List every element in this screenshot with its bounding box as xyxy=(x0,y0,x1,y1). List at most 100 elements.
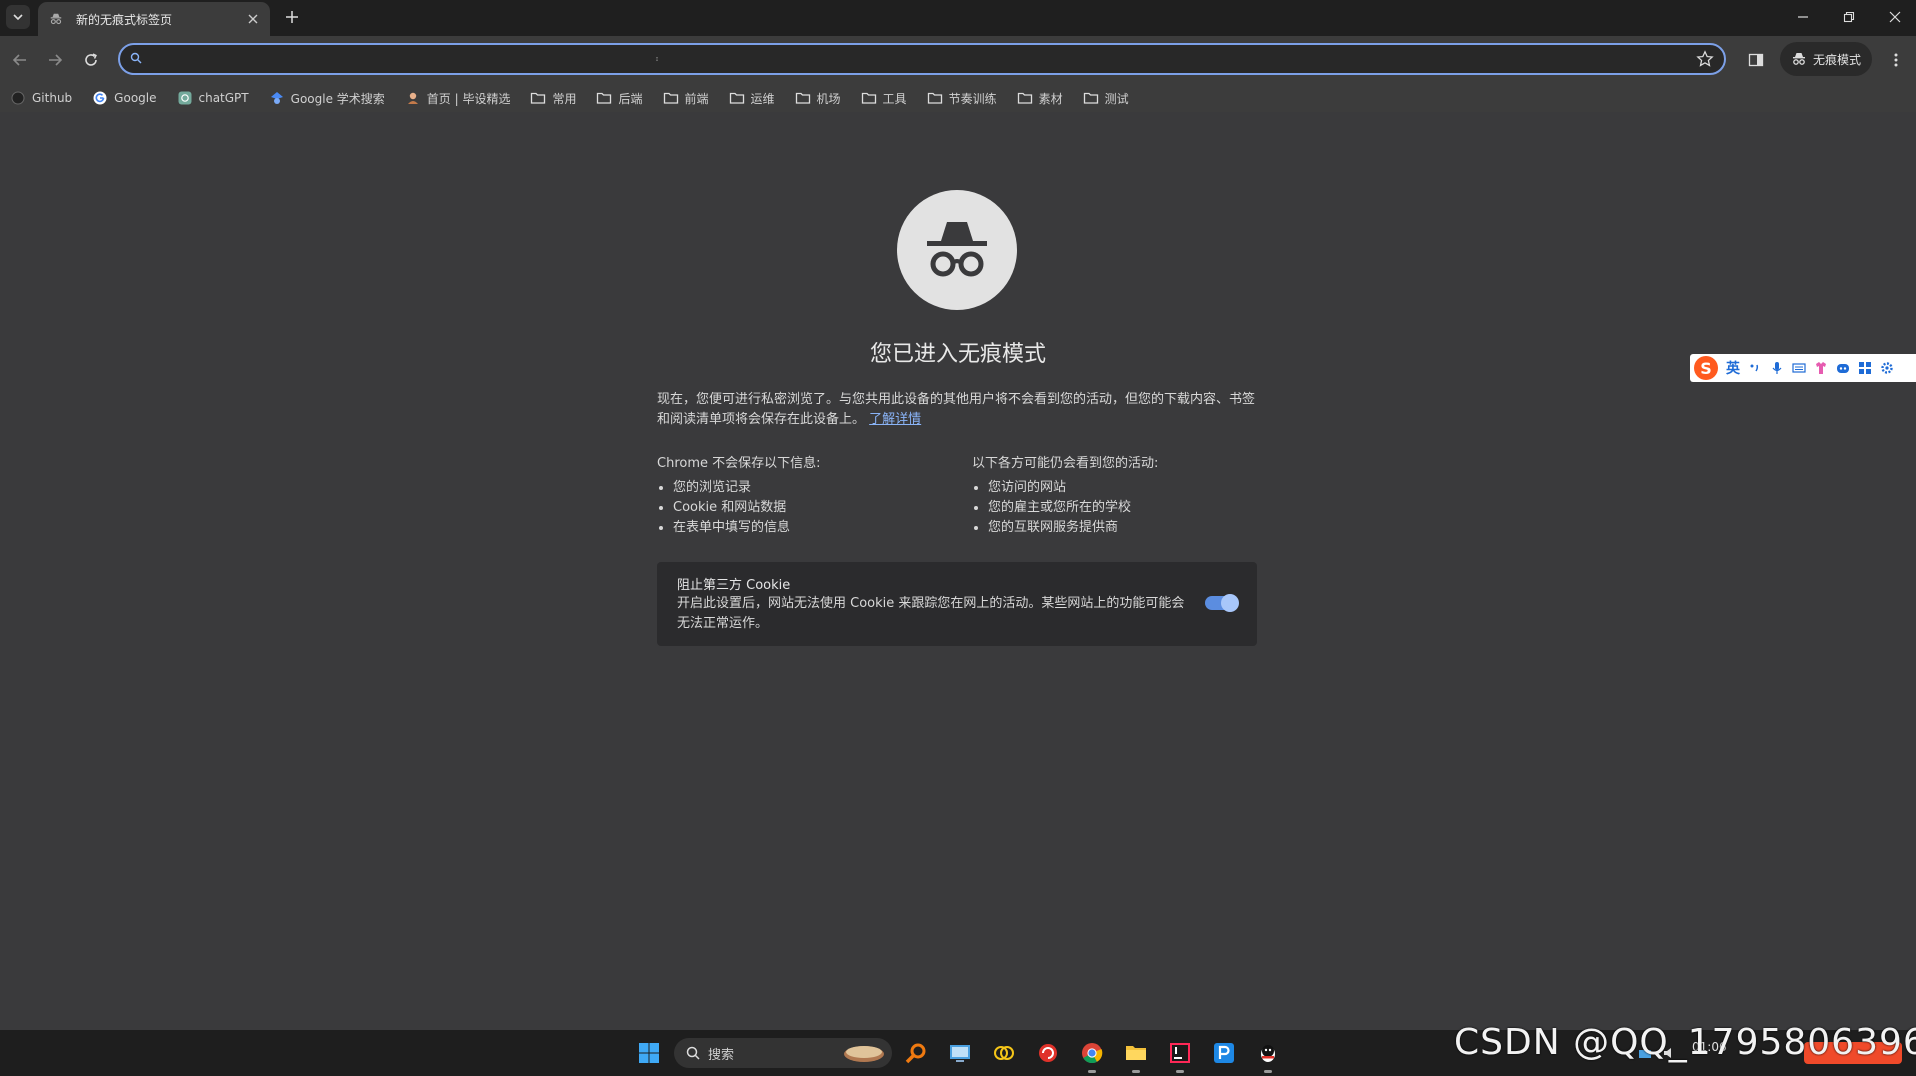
cookie-toggle[interactable] xyxy=(1205,594,1239,612)
windows-icon xyxy=(639,1043,659,1063)
bookmark-google[interactable]: Google xyxy=(92,90,157,106)
bookmark-label: 首页 | 毕设精选 xyxy=(426,91,511,106)
tab-incognito[interactable]: 新的无痕式标签页 xyxy=(38,2,270,36)
skin-icon[interactable] xyxy=(1814,361,1828,375)
active-indicator xyxy=(1176,1070,1184,1073)
folder-icon xyxy=(927,90,943,106)
bookmark-folder[interactable]: 运维 xyxy=(729,90,775,107)
close-icon xyxy=(248,14,258,24)
bookmark-folder[interactable]: 节奏训练 xyxy=(927,90,997,107)
bookmark-google-scholar[interactable]: Google 学术搜索 xyxy=(269,90,385,107)
grid-icon[interactable] xyxy=(1858,361,1872,375)
not-saved-title: Chrome 不会保存以下信息: xyxy=(657,456,821,471)
ime-toolbar: S 英 xyxy=(1690,354,1916,382)
taskbar-app-qq-game[interactable] xyxy=(989,1038,1019,1068)
taskbar-app-file-explorer[interactable] xyxy=(1121,1038,1151,1073)
taskbar-search[interactable]: 搜索 xyxy=(674,1038,892,1068)
more-vertical-icon xyxy=(1894,53,1898,67)
incognito-page: 您已进入无痕模式 现在，您便可进行私密浏览了。与您共用此设备的其他用户将不会看到… xyxy=(0,112,1916,1030)
qq-penguin-icon xyxy=(1261,1045,1275,1062)
bookmarks-bar: Github Google chatGPT Google 学术搜索 首页 | 毕… xyxy=(0,84,1916,112)
restore-button[interactable] xyxy=(1838,6,1860,28)
taskbar-app-remote-desktop[interactable] xyxy=(945,1038,975,1068)
chevron-down-icon xyxy=(13,14,23,21)
bookmark-folder[interactable]: 工具 xyxy=(861,90,907,107)
bookmark-label: 常用 xyxy=(552,91,577,106)
bookmark-folder[interactable]: 素材 xyxy=(1017,90,1063,107)
bookmark-label: 后端 xyxy=(618,91,643,106)
keyboard-icon[interactable] xyxy=(1792,361,1806,375)
site-icon xyxy=(405,90,421,106)
microphone-icon[interactable] xyxy=(1770,361,1784,375)
punctuation-icon[interactable] xyxy=(1748,361,1762,375)
folder-icon xyxy=(795,90,811,106)
bookmark-folder[interactable]: 后端 xyxy=(596,90,643,107)
tab-search-button[interactable] xyxy=(6,5,30,29)
bookmark-label: Google 学术搜索 xyxy=(290,91,385,106)
list-item: 您的雇主或您所在的学校 xyxy=(988,498,1272,518)
address-input[interactable] xyxy=(154,48,1658,72)
search-icon xyxy=(130,52,142,64)
address-bar[interactable] xyxy=(118,43,1726,75)
bookmark-label: 前端 xyxy=(684,91,709,106)
bookmark-homepage[interactable]: 首页 | 毕设精选 xyxy=(405,90,511,107)
bookmark-folder[interactable]: 测试 xyxy=(1083,90,1129,107)
taskbar-app-qq[interactable] xyxy=(1253,1038,1283,1073)
reload-button[interactable] xyxy=(79,48,103,72)
taskbar-app-search-tool[interactable] xyxy=(901,1038,931,1068)
back-button[interactable] xyxy=(8,48,32,72)
text-cursor-icon xyxy=(656,57,658,61)
list-item: 您的互联网服务提供商 xyxy=(988,518,1272,538)
side-panel-button[interactable] xyxy=(1744,48,1768,72)
taskbar-app-p[interactable] xyxy=(1209,1038,1239,1068)
bookmark-folder[interactable]: 常用 xyxy=(530,90,576,107)
minimize-icon xyxy=(1798,16,1808,18)
page-title: 您已进入无痕模式 xyxy=(869,342,1046,367)
bookmark-label: 测试 xyxy=(1104,91,1129,106)
close-icon xyxy=(1889,11,1901,23)
list-item: 您的浏览记录 xyxy=(673,478,957,498)
bookmark-folder[interactable]: 机场 xyxy=(795,90,841,107)
menu-button[interactable] xyxy=(1884,48,1908,72)
bookmark-github[interactable]: Github xyxy=(10,90,72,106)
cookie-title: 阻止第三方 Cookie xyxy=(677,578,791,593)
ime-mode[interactable]: 英 xyxy=(1726,358,1740,378)
folder-icon xyxy=(596,90,612,106)
intellij-icon xyxy=(1170,1043,1190,1063)
learn-more-link[interactable]: 了解详情 xyxy=(869,412,921,427)
taskbar-app-chrome[interactable] xyxy=(1077,1038,1107,1073)
incognito-icon xyxy=(1792,53,1805,65)
tab-close-button[interactable] xyxy=(244,10,262,28)
assistant-icon[interactable] xyxy=(1836,361,1850,375)
bookmark-label: 素材 xyxy=(1038,91,1063,106)
forward-button[interactable] xyxy=(43,48,67,72)
bookmark-chatgpt[interactable]: chatGPT xyxy=(177,90,249,106)
start-button[interactable] xyxy=(634,1038,664,1068)
spiral-app-icon xyxy=(1039,1044,1057,1062)
third-party-cookie-card: 阻止第三方 Cookie 开启此设置后，网站无法使用 Cookie 来跟踪您在网… xyxy=(657,562,1257,646)
folder-icon xyxy=(663,90,679,106)
side-panel-icon xyxy=(1748,53,1764,67)
taskbar-app-netease[interactable] xyxy=(1033,1038,1063,1068)
bookmark-label: 工具 xyxy=(882,91,907,106)
minimize-button[interactable] xyxy=(1792,6,1814,28)
close-window-button[interactable] xyxy=(1884,6,1906,28)
active-indicator xyxy=(1088,1070,1096,1073)
taskbar-app-intellij[interactable] xyxy=(1165,1038,1195,1073)
incognito-indicator[interactable]: 无痕模式 xyxy=(1780,42,1872,76)
still-visible-title: 以下各方可能仍会看到您的活动: xyxy=(972,456,1159,471)
settings-icon[interactable] xyxy=(1880,361,1894,375)
list-item: Cookie 和网站数据 xyxy=(673,498,957,518)
still-visible-items: 您访问的网站 您的雇主或您所在的学校 您的互联网服务提供商 xyxy=(972,478,1272,538)
bookmark-folder[interactable]: 前端 xyxy=(663,90,709,107)
incognito-label: 无痕模式 xyxy=(1812,52,1861,67)
remote-desktop-icon xyxy=(950,1045,970,1062)
new-tab-button[interactable] xyxy=(282,7,302,27)
still-visible-list: 以下各方可能仍会看到您的活动: 您访问的网站 您的雇主或您所在的学校 您的互联网… xyxy=(972,454,1272,538)
chatgpt-icon xyxy=(177,90,193,106)
bookmark-label: chatGPT xyxy=(198,91,249,105)
sogou-logo[interactable]: S xyxy=(1694,356,1718,380)
not-saved-items: 您的浏览记录 Cookie 和网站数据 在表单中填写的信息 xyxy=(657,478,957,538)
incognito-icon xyxy=(48,11,64,27)
bookmark-star-icon[interactable] xyxy=(1696,50,1714,68)
